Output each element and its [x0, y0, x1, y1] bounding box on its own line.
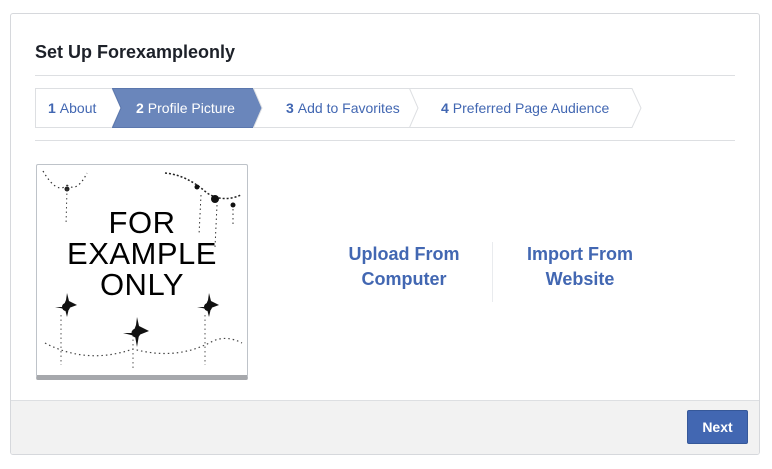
- import-label-line1: Import From: [527, 244, 633, 264]
- profile-picture-preview: FOR EXAMPLE ONLY: [36, 164, 248, 380]
- import-label-line2: Website: [545, 269, 615, 289]
- step-about[interactable]: 1 About: [35, 88, 122, 128]
- step-profile-picture[interactable]: 2 Profile Picture: [112, 88, 264, 128]
- actions-divider: [492, 242, 493, 302]
- step-add-to-favorites[interactable]: 3 Add to Favorites: [253, 88, 421, 128]
- step-tabs: 1 About 2 Profile Picture 3 Add to Favorite…: [35, 88, 655, 128]
- setup-dialog: Set Up Forexampleonly 1 About 2 Profile Pi…: [10, 13, 760, 455]
- photo-text-line: FOR: [108, 205, 176, 240]
- next-button[interactable]: Next: [687, 410, 748, 444]
- step-number: 1: [48, 100, 56, 116]
- photo-text-line: ONLY: [99, 267, 185, 302]
- photo-text-line: EXAMPLE: [67, 236, 217, 271]
- step-label: Preferred Page Audience: [452, 100, 610, 116]
- steps-divider: [35, 140, 735, 141]
- title-divider: [35, 75, 735, 76]
- step-number: 2: [136, 100, 144, 116]
- placeholder-image-text: FOR EXAMPLE ONLY: [37, 207, 247, 300]
- step-label: Profile Picture: [147, 100, 235, 116]
- step-number: 4: [441, 100, 449, 116]
- step-number: 3: [286, 100, 294, 116]
- step-preferred-page-audience[interactable]: 4 Preferred Page Audience: [409, 88, 643, 128]
- dialog-footer: [11, 400, 759, 454]
- upload-label-line1: Upload From: [348, 244, 460, 264]
- step-label: About: [59, 100, 97, 116]
- upload-label-line2: Computer: [361, 269, 447, 289]
- import-from-website-link[interactable]: Import From Website: [500, 242, 660, 292]
- step-label: Add to Favorites: [297, 100, 400, 116]
- upload-from-computer-link[interactable]: Upload From Computer: [324, 242, 484, 292]
- dialog-title: Set Up Forexampleonly: [35, 42, 236, 62]
